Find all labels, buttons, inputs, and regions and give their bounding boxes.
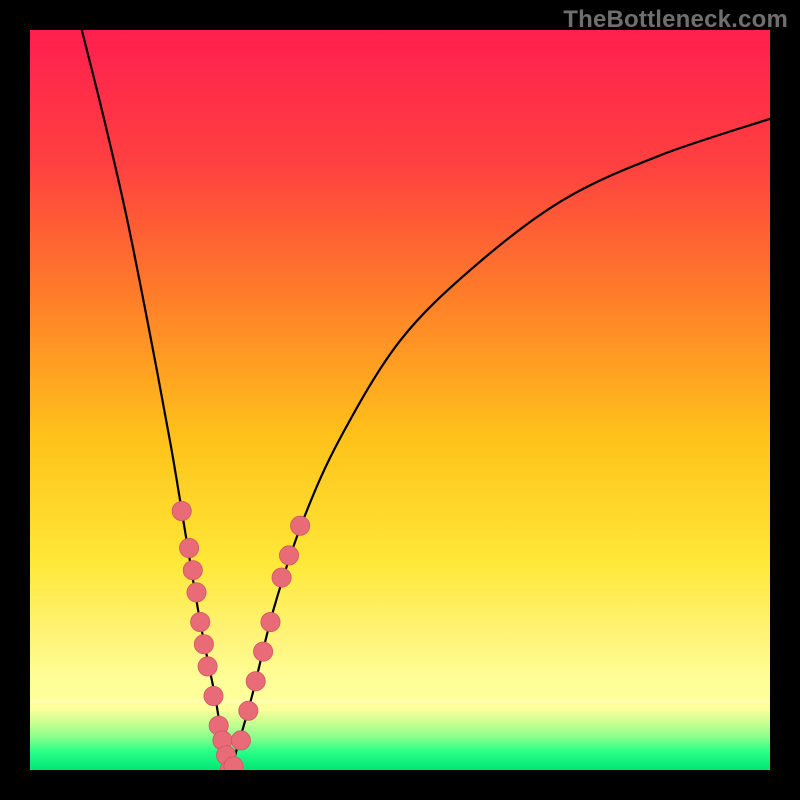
- highlight-band: [30, 700, 770, 703]
- gradient-background: [30, 30, 770, 770]
- data-marker: [261, 612, 280, 631]
- data-marker: [191, 612, 210, 631]
- data-marker: [239, 701, 258, 720]
- data-marker: [246, 672, 265, 691]
- data-marker: [180, 538, 199, 557]
- plot-area: [30, 30, 770, 770]
- highlight-band: [30, 678, 770, 711]
- data-marker: [279, 546, 298, 565]
- outer-frame: TheBottleneck.com: [0, 0, 800, 800]
- data-marker: [183, 561, 202, 580]
- data-marker: [172, 501, 191, 520]
- data-marker: [204, 686, 223, 705]
- data-marker: [254, 642, 273, 661]
- data-marker: [272, 568, 291, 587]
- watermark-label: TheBottleneck.com: [563, 6, 788, 34]
- chart-svg: [30, 30, 770, 770]
- data-marker: [198, 657, 217, 676]
- data-marker: [231, 731, 250, 750]
- data-marker: [194, 635, 213, 654]
- data-marker: [187, 583, 206, 602]
- data-marker: [291, 516, 310, 535]
